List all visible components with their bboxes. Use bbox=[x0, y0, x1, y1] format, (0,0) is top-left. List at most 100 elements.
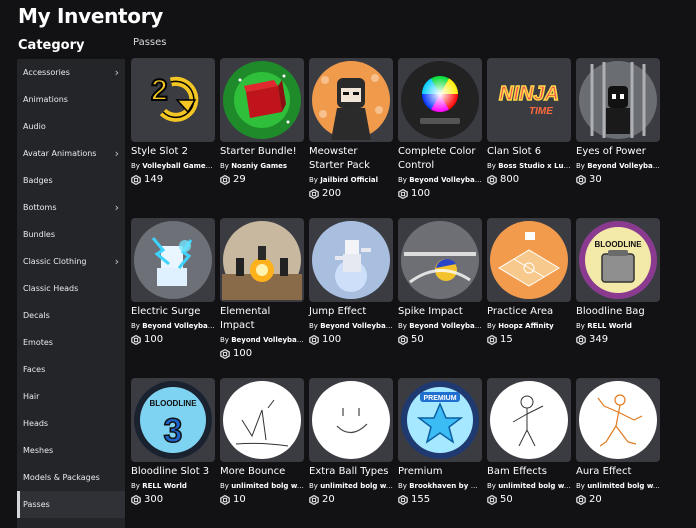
creator-link[interactable]: Brookhaven by V... bbox=[409, 482, 482, 490]
elemental-impact-icon bbox=[222, 220, 302, 300]
item-card[interactable]: More Bounce By unlimited bolg w... 10 bbox=[220, 378, 304, 506]
creator-link[interactable]: Beyond Volleybal... bbox=[409, 322, 482, 330]
item-thumbnail[interactable] bbox=[487, 218, 571, 302]
creator-link[interactable]: Boss Studio x Lux... bbox=[498, 162, 571, 170]
creator-link[interactable]: Nosniy Games bbox=[231, 162, 287, 170]
item-name[interactable]: Style Slot 2 bbox=[131, 145, 215, 159]
item-card[interactable]: Electric Surge By Beyond Volleybal... 100 bbox=[131, 218, 215, 346]
item-card[interactable]: Practice Area By Hoopz Affinity 15 bbox=[487, 218, 571, 346]
creator-link[interactable]: Beyond Volleybal... bbox=[231, 336, 304, 344]
sidebar-item-audio[interactable]: Audio bbox=[17, 113, 125, 140]
sidebar-item-accessories[interactable]: Accessories › bbox=[17, 59, 125, 86]
item-thumbnail[interactable] bbox=[220, 378, 304, 462]
sidebar-item-heads[interactable]: Heads bbox=[17, 410, 125, 437]
item-card[interactable]: Bam Effects By unlimited bolg w... 50 bbox=[487, 378, 571, 506]
item-thumbnail[interactable] bbox=[398, 218, 482, 302]
item-card[interactable]: BLOODLINE 3 Bloodline Slot 3 By RELL World 3… bbox=[131, 378, 215, 506]
item-price: 29 bbox=[220, 173, 304, 186]
chevron-right-icon: › bbox=[114, 147, 119, 160]
item-thumbnail[interactable] bbox=[576, 58, 660, 142]
category-sidebar: Accessories › Animations Audio Avatar Animat… bbox=[17, 59, 125, 528]
creator-link[interactable]: Jailbird Official bbox=[320, 176, 378, 184]
item-thumbnail[interactable] bbox=[576, 378, 660, 462]
sidebar-item-badges[interactable]: Badges bbox=[17, 167, 125, 194]
item-thumbnail[interactable]: BLOODLINE bbox=[576, 218, 660, 302]
creator-link[interactable]: unlimited bolg w... bbox=[587, 482, 660, 490]
creator-link[interactable]: unlimited bolg w... bbox=[320, 482, 393, 490]
item-card[interactable]: Eyes of Power By Beyond Volleybal... 30 bbox=[576, 58, 660, 186]
item-thumbnail[interactable]: NINJA TIME bbox=[487, 58, 571, 142]
creator-link[interactable]: Beyond Volleybal... bbox=[142, 322, 215, 330]
sidebar-item-decals[interactable]: Decals bbox=[17, 302, 125, 329]
creator-link[interactable]: RELL World bbox=[142, 482, 187, 490]
sidebar-item-passes[interactable]: Passes bbox=[17, 491, 125, 518]
creator-link[interactable]: Beyond Volleybal... bbox=[320, 322, 393, 330]
sidebar-item-faces[interactable]: Faces bbox=[17, 356, 125, 383]
creator-link[interactable]: Volleyball Game ... bbox=[142, 162, 215, 170]
sidebar-item-bottoms[interactable]: Bottoms › bbox=[17, 194, 125, 221]
item-card[interactable]: Complete Color Control By Beyond Volleyba… bbox=[398, 58, 482, 200]
sidebar-item-classic-heads[interactable]: Classic Heads bbox=[17, 275, 125, 302]
item-card[interactable]: 2 Style Slot 2 By Volleyball Game ... 149 bbox=[131, 58, 215, 186]
item-thumbnail[interactable] bbox=[220, 58, 304, 142]
item-card[interactable]: NINJA TIME Clan Slot 6 By Boss Studio x Lux… bbox=[487, 58, 571, 186]
creator-prefix: By bbox=[131, 162, 140, 170]
sidebar-item-emotes[interactable]: Emotes bbox=[17, 329, 125, 356]
item-card[interactable]: Spike Impact By Beyond Volleybal... 50 bbox=[398, 218, 482, 346]
creator-link[interactable]: RELL World bbox=[587, 322, 632, 330]
item-name[interactable]: Electric Surge bbox=[131, 305, 215, 319]
sidebar-item-meshes[interactable]: Meshes bbox=[17, 437, 125, 464]
item-name[interactable]: Practice Area bbox=[487, 305, 571, 319]
item-name[interactable]: Premium bbox=[398, 465, 482, 479]
creator-link[interactable]: unlimited bolg w... bbox=[231, 482, 304, 490]
item-thumbnail[interactable] bbox=[309, 58, 393, 142]
sidebar-item-animations[interactable]: Animations bbox=[17, 86, 125, 113]
robux-icon bbox=[398, 494, 408, 505]
item-thumbnail[interactable] bbox=[131, 218, 215, 302]
item-name[interactable]: Bloodline Slot 3 bbox=[131, 465, 215, 479]
item-card[interactable]: Meowster Starter Pack By Jailbird Officia… bbox=[309, 58, 393, 200]
item-thumbnail[interactable]: PREMIUM bbox=[398, 378, 482, 462]
item-name[interactable]: Extra Ball Types bbox=[309, 465, 393, 479]
item-name[interactable]: More Bounce bbox=[220, 465, 304, 479]
item-name[interactable]: Jump Effect bbox=[309, 305, 393, 319]
sidebar-item-avatar-animations[interactable]: Avatar Animations › bbox=[17, 140, 125, 167]
item-card[interactable]: Starter Bundle! By Nosniy Games 29 bbox=[220, 58, 304, 186]
item-card[interactable]: Elemental Impact By Beyond Volleybal... 10… bbox=[220, 218, 304, 360]
item-thumbnail[interactable] bbox=[220, 218, 304, 302]
item-card[interactable]: PREMIUM Premium By Brookhaven by V... 155 bbox=[398, 378, 482, 506]
sidebar-item-bundles[interactable]: Bundles bbox=[17, 221, 125, 248]
item-name[interactable]: Elemental Impact bbox=[220, 305, 304, 333]
item-card[interactable]: Extra Ball Types By unlimited bolg w... 20 bbox=[309, 378, 393, 506]
item-name[interactable]: Bloodline Bag bbox=[576, 305, 660, 319]
item-creator: By Beyond Volleybal... bbox=[309, 321, 393, 331]
item-thumbnail[interactable] bbox=[309, 218, 393, 302]
item-thumbnail[interactable] bbox=[398, 58, 482, 142]
item-thumbnail[interactable] bbox=[309, 378, 393, 462]
item-thumbnail[interactable]: BLOODLINE 3 bbox=[131, 378, 215, 462]
item-name[interactable]: Aura Effect bbox=[576, 465, 660, 479]
item-thumbnail[interactable] bbox=[487, 378, 571, 462]
item-name[interactable]: Bam Effects bbox=[487, 465, 571, 479]
item-card[interactable]: BLOODLINE Bloodline Bag By RELL World 349 bbox=[576, 218, 660, 346]
item-name[interactable]: Spike Impact bbox=[398, 305, 482, 319]
creator-link[interactable]: Beyond Volleybal... bbox=[587, 162, 660, 170]
price-value: 100 bbox=[411, 188, 431, 199]
item-name[interactable]: Meowster Starter Pack bbox=[309, 145, 393, 173]
item-card[interactable]: Aura Effect By unlimited bolg w... 20 bbox=[576, 378, 660, 506]
creator-link[interactable]: unlimited bolg w... bbox=[498, 482, 571, 490]
sidebar-item-hair[interactable]: Hair bbox=[17, 383, 125, 410]
item-name[interactable]: Complete Color Control bbox=[398, 145, 482, 173]
creator-prefix: By bbox=[131, 322, 140, 330]
item-creator: By Beyond Volleybal... bbox=[220, 335, 304, 345]
item-card[interactable]: Jump Effect By Beyond Volleybal... 100 bbox=[309, 218, 393, 346]
item-name[interactable]: Clan Slot 6 bbox=[487, 145, 571, 159]
item-name[interactable]: Starter Bundle! bbox=[220, 145, 304, 159]
item-name[interactable]: Eyes of Power bbox=[576, 145, 660, 159]
creator-link[interactable]: Beyond Volleybal... bbox=[409, 176, 482, 184]
sidebar-item-classic-clothing[interactable]: Classic Clothing › bbox=[17, 248, 125, 275]
item-thumbnail[interactable]: 2 bbox=[131, 58, 215, 142]
creator-link[interactable]: Hoopz Affinity bbox=[498, 322, 554, 330]
sidebar-item-models-packages[interactable]: Models & Packages bbox=[17, 464, 125, 491]
item-creator: By unlimited bolg w... bbox=[576, 481, 660, 491]
